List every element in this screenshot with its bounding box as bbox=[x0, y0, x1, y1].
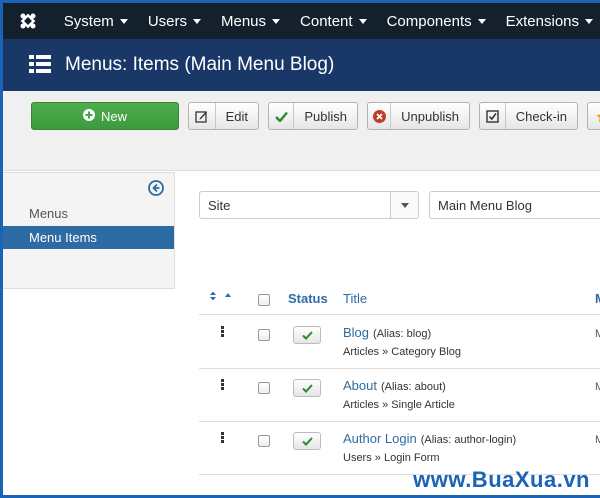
checkin-button-label: Check-in bbox=[515, 108, 567, 124]
drag-handle-icon[interactable] bbox=[221, 326, 225, 338]
cancel-circle-icon bbox=[368, 103, 392, 129]
toolbar: New Edit Publish Unpublish Check-in bbox=[3, 91, 600, 171]
checkin-button[interactable]: Check-in bbox=[479, 102, 578, 130]
app-frame: System Users Menus Content Components Ex… bbox=[0, 0, 600, 498]
item-type: Articles » Single Article bbox=[343, 399, 455, 411]
published-toggle[interactable] bbox=[293, 432, 321, 450]
nav-components-label: Components bbox=[386, 12, 472, 30]
nav-system[interactable]: System bbox=[54, 3, 138, 39]
chevron-down-icon bbox=[585, 18, 593, 24]
edit-icon bbox=[189, 103, 216, 129]
item-title-link[interactable]: Author Login bbox=[343, 431, 417, 446]
client-select-value: Site bbox=[208, 197, 231, 213]
nav-extensions-label: Extensions bbox=[505, 12, 579, 30]
truncated-cell: M bbox=[595, 434, 600, 446]
nav-users-label: Users bbox=[147, 12, 187, 30]
sidebar-item-label: Menus bbox=[29, 206, 69, 221]
unpublish-button-label: Unpublish bbox=[401, 108, 459, 124]
sidebar: Menus Menu Items bbox=[3, 172, 175, 289]
item-title-link[interactable]: Blog bbox=[343, 325, 369, 340]
nav-content[interactable]: Content bbox=[290, 3, 377, 39]
item-title-link[interactable]: About bbox=[343, 378, 377, 393]
row-title: Blog (Alias: blog) bbox=[343, 325, 431, 340]
nav-menus[interactable]: Menus bbox=[211, 3, 290, 39]
published-toggle[interactable] bbox=[293, 326, 321, 344]
row-title: Author Login (Alias: author-login) bbox=[343, 431, 516, 446]
edit-button-label: Edit bbox=[225, 108, 248, 124]
drag-handle-icon[interactable] bbox=[221, 379, 225, 391]
chevron-down-icon bbox=[119, 18, 128, 24]
chevron-down-icon bbox=[192, 18, 201, 24]
sidebar-item-menu-items[interactable]: Menu Items bbox=[3, 226, 174, 249]
item-type: Articles » Category Blog bbox=[343, 346, 461, 358]
published-toggle[interactable] bbox=[293, 379, 321, 397]
truncated-cell: M bbox=[595, 328, 600, 340]
item-alias: (Alias: about) bbox=[380, 381, 446, 393]
check-icon bbox=[269, 103, 295, 129]
item-alias: (Alias: blog) bbox=[373, 328, 432, 340]
table-header: Status Title M bbox=[199, 285, 600, 315]
nav-users[interactable]: Users bbox=[138, 3, 211, 39]
status-column-header[interactable]: Status bbox=[288, 291, 328, 306]
nav-menus-label: Menus bbox=[220, 12, 267, 30]
nav-components[interactable]: Components bbox=[377, 3, 496, 39]
row-checkbox[interactable] bbox=[258, 382, 270, 394]
publish-button[interactable]: Publish bbox=[268, 102, 358, 130]
item-type: Users » Login Form bbox=[343, 452, 440, 464]
page-header: Menus: Items (Main Menu Blog) bbox=[3, 39, 600, 91]
chevron-down-icon bbox=[390, 192, 418, 218]
chevron-down-icon bbox=[272, 18, 281, 24]
chevron-down-icon bbox=[477, 18, 486, 24]
plus-circle-icon bbox=[82, 108, 95, 124]
checkbox-checked-icon bbox=[480, 103, 506, 129]
nav-extensions[interactable]: Extensions bbox=[496, 3, 600, 39]
nav-content-label: Content bbox=[300, 12, 353, 30]
page-title: Menus: Items (Main Menu Blog) bbox=[65, 54, 335, 75]
drag-handle-icon[interactable] bbox=[221, 432, 225, 444]
featured-button[interactable] bbox=[587, 102, 600, 130]
truncated-column-header[interactable]: M bbox=[595, 291, 600, 306]
new-button[interactable]: New bbox=[31, 102, 179, 130]
table-row: Blog (Alias: blog) Articles » Category Bl… bbox=[199, 316, 600, 369]
collapse-sidebar-icon[interactable] bbox=[148, 180, 164, 199]
client-select[interactable]: Site bbox=[199, 191, 419, 219]
item-alias: (Alias: author-login) bbox=[420, 434, 517, 446]
sidebar-item-menus[interactable]: Menus bbox=[3, 202, 174, 225]
menu-select[interactable]: Main Menu Blog bbox=[429, 191, 600, 219]
truncated-cell: M bbox=[595, 381, 600, 393]
row-title: About (Alias: about) bbox=[343, 378, 446, 393]
nav-system-label: System bbox=[63, 12, 114, 30]
edit-button[interactable]: Edit bbox=[188, 102, 259, 130]
joomla-logo-icon[interactable] bbox=[3, 3, 54, 39]
sort-ordering-icon[interactable] bbox=[209, 290, 239, 305]
chevron-down-icon bbox=[358, 18, 367, 24]
table-row: About (Alias: about) Articles » Single Ar… bbox=[199, 369, 600, 422]
row-checkbox[interactable] bbox=[258, 329, 270, 341]
sidebar-item-label: Menu Items bbox=[29, 230, 97, 245]
unpublish-button[interactable]: Unpublish bbox=[367, 102, 470, 130]
menu-select-value: Main Menu Blog bbox=[438, 197, 532, 213]
top-navbar: System Users Menus Content Components Ex… bbox=[3, 3, 600, 39]
star-icon bbox=[588, 103, 600, 129]
row-checkbox[interactable] bbox=[258, 435, 270, 447]
watermark-text: www.BuaXua.vn bbox=[413, 467, 590, 492]
select-all-checkbox[interactable] bbox=[258, 294, 270, 306]
title-column-header[interactable]: Title bbox=[343, 291, 367, 306]
publish-button-label: Publish bbox=[304, 108, 347, 124]
new-button-label: New bbox=[100, 108, 127, 124]
list-menu-icon bbox=[29, 54, 51, 76]
